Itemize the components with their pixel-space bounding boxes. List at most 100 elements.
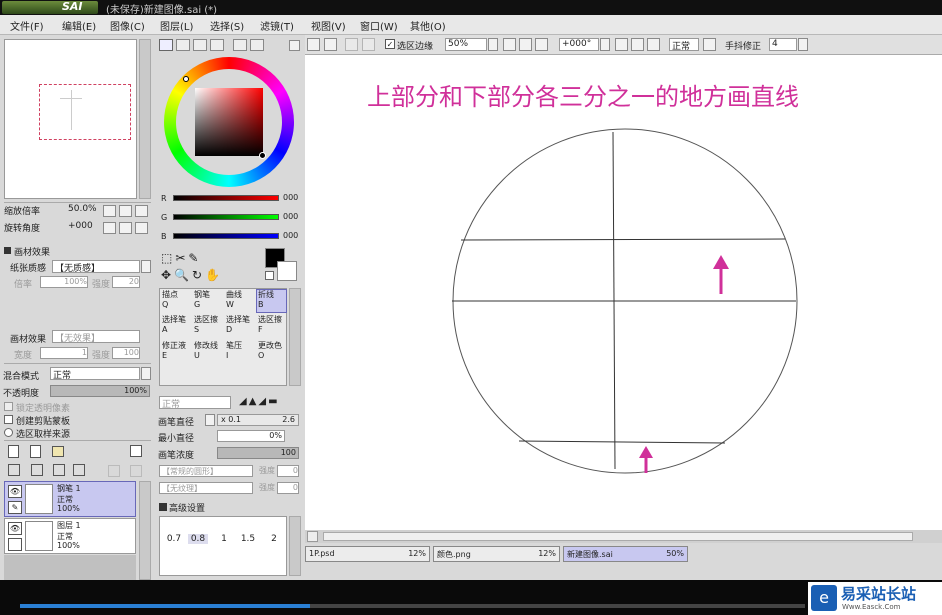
brush-size-lock[interactable] bbox=[205, 414, 215, 426]
saturation-value-square[interactable] bbox=[195, 88, 263, 156]
color-picker-handle[interactable] bbox=[259, 152, 266, 159]
canvas-area[interactable]: 上部分和下部分各三分之一的地方画直线 bbox=[305, 55, 942, 530]
scroll-left-icon[interactable] bbox=[307, 531, 318, 542]
navigator-scrollbar[interactable] bbox=[139, 39, 151, 199]
tab-1p-psd[interactable]: 1P.psd 12% bbox=[305, 546, 430, 562]
new-folder-icon[interactable] bbox=[52, 446, 64, 457]
menu-window[interactable]: 窗口(W) bbox=[360, 18, 398, 33]
menu-other[interactable]: 其他(O) bbox=[410, 18, 446, 33]
swatch-tab-icon[interactable] bbox=[233, 39, 247, 51]
brush-size-scrollbar[interactable] bbox=[289, 516, 301, 576]
tool-pressure[interactable]: 笔压 I bbox=[226, 341, 242, 361]
zoom-out-button[interactable] bbox=[103, 205, 116, 217]
clear-layer-icon[interactable] bbox=[53, 464, 65, 476]
blend-mode-select[interactable]: 正常 bbox=[50, 367, 140, 381]
rgb-slider-tab-icon[interactable] bbox=[176, 39, 190, 51]
menu-view[interactable]: 视图(V) bbox=[311, 18, 346, 33]
tool-corrector[interactable]: 修正液 E bbox=[162, 341, 186, 361]
texture-select[interactable]: 【无质感】 bbox=[52, 260, 140, 274]
section-toggle-icon[interactable] bbox=[4, 247, 11, 254]
hsv-slider-tab-icon[interactable] bbox=[193, 39, 207, 51]
size-preset[interactable]: 0.8 bbox=[188, 534, 208, 544]
selection-edge-checkbox[interactable]: ✓ bbox=[385, 39, 395, 49]
color-wheel-tab-icon[interactable] bbox=[159, 39, 173, 51]
tool-select-pen-2[interactable]: 选择笔 D bbox=[226, 315, 250, 335]
zoom-reset-button[interactable] bbox=[135, 205, 148, 217]
strength-field[interactable]: 20 bbox=[112, 276, 140, 288]
tool-change-color[interactable]: 更改色 O bbox=[258, 341, 282, 361]
lock-checkbox[interactable] bbox=[8, 538, 22, 551]
new-layer-icon[interactable] bbox=[8, 445, 19, 458]
scale-field[interactable]: 100% bbox=[40, 276, 88, 288]
secondary-color-swatch[interactable] bbox=[277, 261, 297, 281]
width-field[interactable]: 1 bbox=[40, 347, 88, 359]
opacity-slider[interactable]: 100% bbox=[50, 385, 150, 397]
scratchpad-tab-icon[interactable] bbox=[250, 39, 264, 51]
trash-icon[interactable] bbox=[73, 464, 85, 476]
brush-mode-select[interactable]: 正常 bbox=[159, 396, 231, 410]
layer-row-1[interactable]: 👁 图层 1 正常 100% bbox=[4, 518, 136, 554]
rotate-left-button[interactable] bbox=[103, 222, 116, 234]
menu-layer[interactable]: 图层(L) bbox=[160, 18, 193, 33]
toolbar-zoom-reset-icon[interactable] bbox=[535, 38, 548, 51]
layer-row-pen[interactable]: 👁 ✎ 钢笔 1 正常 100% bbox=[4, 481, 136, 517]
panel-close-icon[interactable] bbox=[289, 40, 300, 51]
rotate-right-button[interactable] bbox=[119, 222, 132, 234]
pen-icon[interactable]: ✎ bbox=[8, 501, 22, 514]
transfer-down-icon[interactable] bbox=[8, 464, 20, 476]
angle-select[interactable]: +000° bbox=[559, 38, 599, 51]
green-slider[interactable] bbox=[173, 214, 279, 220]
menu-edit[interactable]: 编辑(E) bbox=[62, 18, 96, 33]
merge-down-icon[interactable] bbox=[31, 464, 43, 476]
hue-handle[interactable] bbox=[183, 76, 189, 82]
selection-source-radio[interactable] bbox=[4, 428, 13, 437]
tool-polyline[interactable]: 折线 B bbox=[256, 289, 287, 313]
selection-tools[interactable]: ⬚✂✎ ✥🔍↻✋ bbox=[161, 250, 259, 286]
eye-icon[interactable]: 👁 bbox=[8, 485, 22, 498]
lock-alpha-checkbox[interactable] bbox=[4, 402, 13, 411]
rotate-ccw-icon[interactable] bbox=[615, 38, 628, 51]
navigator-preview[interactable] bbox=[4, 39, 137, 199]
size-preset[interactable]: 1.5 bbox=[238, 534, 258, 544]
menu-filter[interactable]: 滤镜(T) bbox=[260, 18, 294, 33]
toolbar-zoom-out-icon[interactable] bbox=[503, 38, 516, 51]
undo-icon[interactable] bbox=[307, 38, 320, 51]
effect-select[interactable]: 【无效果】 bbox=[52, 330, 140, 344]
zoom-dropdown-icon[interactable] bbox=[488, 38, 498, 51]
tool-point[interactable]: 描点 Q bbox=[162, 290, 178, 310]
redo-icon[interactable] bbox=[324, 38, 337, 51]
angle-dropdown-icon[interactable] bbox=[600, 38, 610, 51]
menu-select[interactable]: 选择(S) bbox=[210, 18, 244, 33]
tool-select-pen[interactable]: 选择笔 A bbox=[162, 315, 186, 335]
transparent-color-swatch[interactable] bbox=[265, 271, 274, 280]
canvas-drawing[interactable] bbox=[305, 55, 942, 530]
rotate-reset-icon[interactable] bbox=[647, 38, 660, 51]
eye-icon[interactable]: 👁 bbox=[8, 522, 22, 535]
blue-slider[interactable] bbox=[173, 233, 279, 239]
shape-strength-field[interactable]: 0 bbox=[277, 465, 299, 477]
rotate-cw-icon[interactable] bbox=[631, 38, 644, 51]
rotate-reset-button[interactable] bbox=[135, 222, 148, 234]
video-progress-track[interactable] bbox=[20, 604, 805, 608]
canvas-horizontal-scrollbar[interactable] bbox=[305, 530, 942, 543]
size-preset[interactable]: 2 bbox=[264, 534, 284, 544]
menu-image[interactable]: 图像(C) bbox=[110, 18, 145, 33]
flip-mode-select[interactable]: 正常 bbox=[669, 38, 699, 52]
size-preset[interactable]: 0.7 bbox=[164, 534, 184, 544]
blend-dropdown-icon[interactable] bbox=[141, 367, 151, 380]
density-slider[interactable]: 100 bbox=[217, 447, 299, 459]
stabilizer-select[interactable]: 4 bbox=[769, 38, 797, 51]
tool-edit-line[interactable]: 修改线 U bbox=[194, 341, 218, 361]
zoom-select[interactable]: 50% bbox=[445, 38, 487, 51]
new-linework-layer-icon[interactable] bbox=[30, 445, 41, 458]
tab-new-image-sai[interactable]: 新建图像.sai 50% bbox=[563, 546, 688, 562]
strength2-field[interactable]: 100 bbox=[112, 347, 140, 359]
toolbar-zoom-in-icon[interactable] bbox=[519, 38, 532, 51]
brush-shape-select[interactable]: 【常规的圆形】 bbox=[159, 465, 253, 477]
red-slider[interactable] bbox=[173, 195, 279, 201]
tool-scrollbar[interactable] bbox=[289, 288, 301, 386]
brush-shape-buttons[interactable]: ◢▲◢▬ bbox=[239, 396, 301, 409]
stabilizer-dropdown-icon[interactable] bbox=[798, 38, 808, 51]
clipping-mask-checkbox[interactable] bbox=[4, 415, 13, 424]
tool-pen[interactable]: 钢笔 G bbox=[194, 290, 210, 310]
